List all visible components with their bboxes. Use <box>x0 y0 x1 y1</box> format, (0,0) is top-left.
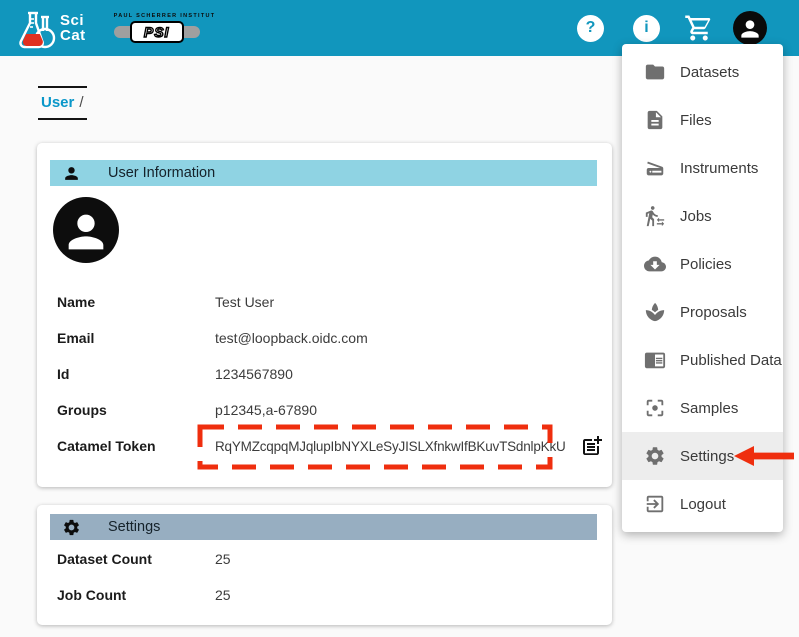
menu-item-files[interactable]: Files <box>622 96 783 144</box>
user-information-card: User Information Name Test User Email te… <box>37 143 612 487</box>
field-row-id: Id 1234567890 <box>37 356 612 392</box>
person-icon <box>62 164 81 183</box>
settings-fields: Dataset Count 25 Job Count 25 <box>37 541 612 613</box>
menu-item-label: Policies <box>680 256 732 273</box>
field-label: Dataset Count <box>57 551 215 567</box>
person-walk-icon <box>644 205 666 227</box>
scicat-logo[interactable]: Sci Cat <box>14 5 86 51</box>
folder-icon <box>644 61 666 83</box>
breadcrumb-separator: / <box>79 94 83 111</box>
menu-item-label: Logout <box>680 496 726 513</box>
field-value: p12345,a-67890 <box>215 402 612 418</box>
field-row-catamel-token: Catamel Token RqYMZcqpqMJqlupIbNYXLeSyJI… <box>37 428 612 464</box>
psi-institute-text: PAUL SCHERRER INSTITUT <box>114 13 206 19</box>
field-value: 25 <box>215 551 612 567</box>
user-information-title: User Information <box>108 165 215 181</box>
spa-icon <box>644 301 666 323</box>
breadcrumb-user-link[interactable]: User <box>41 94 74 111</box>
avatar-person-icon <box>733 11 767 45</box>
scicat-text-line1: Sci <box>60 13 86 28</box>
catamel-token-value: RqYMZcqpqMJqlupIbNYXLeSyJISLXfnkwIfBKuvT… <box>215 439 566 454</box>
field-value: 1234567890 <box>215 366 612 382</box>
help-icon: ? <box>577 15 604 42</box>
user-avatar <box>53 197 119 263</box>
menu-item-label: Datasets <box>680 64 739 81</box>
logout-icon <box>644 493 666 515</box>
file-icon <box>644 109 666 131</box>
help-button[interactable]: ? <box>577 15 604 42</box>
settings-card: Settings Dataset Count 25 Job Count 25 <box>37 505 612 625</box>
field-label: Name <box>57 294 215 310</box>
user-dropdown-menu: Datasets Files Instruments Jobs Policies… <box>622 44 783 532</box>
gear-icon <box>62 518 81 537</box>
scicat-wordmark: Sci Cat <box>60 13 86 43</box>
avatar-person-icon <box>60 206 112 258</box>
field-row-email: Email test@loopback.oidc.com <box>37 320 612 356</box>
menu-item-datasets[interactable]: Datasets <box>622 48 783 96</box>
menu-item-label: Jobs <box>680 208 712 225</box>
info-icon: i <box>633 15 660 42</box>
menu-item-label: Samples <box>680 400 738 417</box>
field-value: 25 <box>215 587 612 603</box>
field-label: Id <box>57 366 215 382</box>
psi-logo[interactable]: PAUL SCHERRER INSTITUT PSI <box>114 13 206 43</box>
info-button[interactable]: i <box>633 15 660 42</box>
menu-item-label: Instruments <box>680 160 758 177</box>
field-row-job-count: Job Count 25 <box>37 577 612 613</box>
menu-item-jobs[interactable]: Jobs <box>622 192 783 240</box>
user-fields: Name Test User Email test@loopback.oidc.… <box>37 284 612 464</box>
menu-item-settings[interactable]: Settings <box>622 432 783 480</box>
menu-item-samples[interactable]: Samples <box>622 384 783 432</box>
breadcrumb: User / <box>38 86 87 120</box>
scicat-text-line2: Cat <box>60 28 86 43</box>
shopping-cart-icon <box>684 13 714 43</box>
menu-item-label: Published Data <box>680 352 782 369</box>
field-label: Groups <box>57 402 215 418</box>
copy-token-icon <box>580 434 604 458</box>
menu-item-proposals[interactable]: Proposals <box>622 288 783 336</box>
reader-icon <box>644 349 666 371</box>
field-row-groups: Groups p12345,a-67890 <box>37 392 612 428</box>
field-label: Job Count <box>57 587 215 603</box>
psi-acronym-text: PSI <box>144 24 170 40</box>
copy-token-button[interactable] <box>580 434 604 458</box>
settings-card-header: Settings <box>50 514 597 540</box>
cloud-download-icon <box>644 253 666 275</box>
scanner-icon <box>644 157 666 179</box>
center-focus-icon <box>644 397 666 419</box>
menu-item-label: Settings <box>680 448 734 465</box>
menu-item-instruments[interactable]: Instruments <box>622 144 783 192</box>
token-cell: RqYMZcqpqMJqlupIbNYXLeSyJISLXfnkwIfBKuvT… <box>215 434 612 458</box>
scicat-flask-icon <box>14 5 58 51</box>
field-row-name: Name Test User <box>37 284 612 320</box>
menu-item-policies[interactable]: Policies <box>622 240 783 288</box>
menu-item-label: Files <box>680 112 712 129</box>
field-value: Test User <box>215 294 612 310</box>
field-label: Catamel Token <box>57 438 215 454</box>
user-information-card-header: User Information <box>50 160 597 186</box>
psi-pill: PSI <box>114 21 206 43</box>
field-label: Email <box>57 330 215 346</box>
menu-item-label: Proposals <box>680 304 747 321</box>
field-row-dataset-count: Dataset Count 25 <box>37 541 612 577</box>
settings-title: Settings <box>108 519 160 535</box>
menu-item-logout[interactable]: Logout <box>622 480 783 528</box>
psi-box: PSI <box>130 21 184 43</box>
cart-button[interactable] <box>684 13 714 43</box>
menu-item-published-data[interactable]: Published Data <box>622 336 783 384</box>
gear-icon <box>644 445 666 467</box>
user-avatar-button[interactable] <box>733 11 785 45</box>
field-value: test@loopback.oidc.com <box>215 330 612 346</box>
